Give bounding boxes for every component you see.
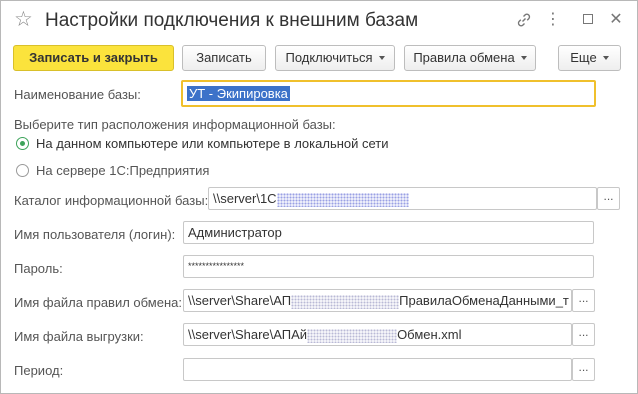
export-file-prefix: \\server\Share\АПАй [188,327,308,342]
password-label: Пароль: [14,261,63,276]
save-and-close-button[interactable]: Записать и закрыть [13,45,174,71]
export-file-label: Имя файла выгрузки: [14,329,144,344]
export-file-input[interactable]: \\server\Share\АПАй Обмен.xml [183,323,572,346]
base-name-value: УТ - Экипировка [187,86,290,101]
catalog-label: Каталог информационной базы: [14,193,209,208]
period-select-button[interactable]: ... [572,358,595,381]
settings-window: ☆ Настройки подключения к внешним базам … [0,0,638,394]
radio-server-label[interactable]: На сервере 1С:Предприятия [36,163,209,179]
username-value: Администратор [188,225,282,240]
rules-file-suffix: ПравилаОбменаДанными_т [399,293,569,308]
period-label: Период: [14,363,64,378]
link-icon[interactable] [513,9,535,31]
rules-file-label: Имя файла правил обмена: [14,295,182,310]
redacted-mask [307,328,398,343]
title-bar: ☆ Настройки подключения к внешним базам … [1,1,637,41]
save-button[interactable]: Записать [182,45,266,71]
exchange-rules-button-label: Правила обмена [413,50,515,65]
password-input[interactable]: **************** [183,255,594,278]
period-input[interactable] [183,358,572,381]
rules-file-input[interactable]: \\server\Share\АП ПравилаОбменаДанными_т [183,289,572,312]
window-title: Настройки подключения к внешним базам [45,10,419,31]
export-file-suffix: Обмен.xml [397,327,462,342]
more-vertical-icon[interactable]: ⋮ [542,9,564,31]
chevron-down-icon [520,55,527,60]
catalog-select-button[interactable]: ... [597,187,620,210]
rules-file-prefix: \\server\Share\АП [188,293,292,308]
radio-local-label[interactable]: На данном компьютере или компьютере в ло… [36,136,389,152]
more-button[interactable]: Еще [558,45,621,71]
exchange-rules-button[interactable]: Правила обмена [404,45,536,71]
catalog-input[interactable]: \\server\1С [208,187,597,210]
maximize-icon[interactable] [577,9,599,31]
more-button-label: Еще [570,50,597,65]
password-value: **************** [188,261,245,271]
radio-local[interactable] [16,137,29,150]
radio-server[interactable] [16,164,29,177]
star-icon[interactable]: ☆ [14,8,33,32]
redacted-mask [276,192,409,207]
location-question-label: Выберите тип расположения информационной… [14,117,336,132]
redacted-mask [291,294,400,309]
close-icon[interactable]: ✕ [605,9,627,31]
export-file-select-button[interactable]: ... [572,323,595,346]
rules-file-select-button[interactable]: ... [572,289,595,312]
base-name-label: Наименование базы: [14,87,141,102]
username-input[interactable]: Администратор [183,221,594,244]
chevron-down-icon [602,55,609,60]
chevron-down-icon [378,55,385,60]
base-name-input[interactable]: УТ - Экипировка [181,80,596,107]
username-label: Имя пользователя (логин): [14,227,176,242]
connect-button-label: Подключиться [285,50,373,65]
catalog-value: \\server\1С [213,191,277,206]
connect-button[interactable]: Подключиться [275,45,395,71]
